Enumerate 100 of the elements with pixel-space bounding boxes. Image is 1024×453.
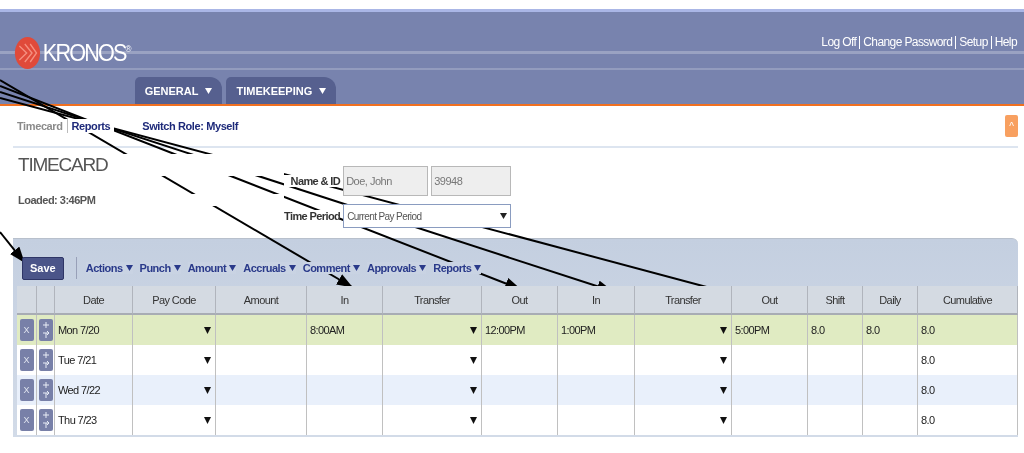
- table-cell[interactable]: [307, 405, 383, 435]
- table-cell[interactable]: [383, 375, 482, 405]
- table-cell[interactable]: [732, 405, 808, 435]
- table-cell[interactable]: [216, 375, 307, 405]
- column-header[interactable]: In: [307, 286, 383, 315]
- table-cell[interactable]: [863, 405, 918, 435]
- column-header[interactable]: Daily: [863, 286, 918, 315]
- table-cell[interactable]: 8.0: [918, 375, 1018, 405]
- toolbar-menu[interactable]: Amount: [187, 262, 237, 274]
- table-cell[interactable]: [482, 405, 558, 435]
- table-cell[interactable]: [133, 375, 216, 405]
- caret-icon: [204, 386, 211, 394]
- table-cell[interactable]: 8.0: [863, 315, 918, 345]
- caret-icon: [173, 265, 181, 271]
- table-cell[interactable]: 8.0: [808, 315, 863, 345]
- time-period-select[interactable]: Current Pay Period: [343, 204, 512, 228]
- table-cell[interactable]: [307, 375, 383, 405]
- table-cell[interactable]: [482, 375, 558, 405]
- table-cell[interactable]: [732, 375, 808, 405]
- table-cell[interactable]: Thu 7/23: [55, 405, 133, 435]
- toolbar-menu[interactable]: Approvals: [366, 262, 427, 274]
- table-cell[interactable]: [732, 345, 808, 375]
- column-header[interactable]: Amount: [216, 286, 307, 315]
- column-header[interactable]: Pay Code: [133, 286, 216, 315]
- column-header[interactable]: Out: [732, 286, 808, 315]
- table-cell[interactable]: [133, 345, 216, 375]
- table-cell[interactable]: [133, 405, 216, 435]
- table-cell[interactable]: [383, 345, 482, 375]
- caret-icon: [229, 265, 237, 271]
- toolbar-menu[interactable]: Accruals: [243, 262, 296, 274]
- caret-icon: [352, 265, 360, 271]
- table-cell[interactable]: [863, 375, 918, 405]
- column-header[interactable]: Transfer: [635, 286, 732, 315]
- table-cell[interactable]: Tue 7/21: [55, 345, 133, 375]
- caret-icon: [470, 416, 477, 424]
- table-cell[interactable]: [383, 405, 482, 435]
- column-header[interactable]: Out: [482, 286, 558, 315]
- column-header[interactable]: In: [558, 286, 635, 315]
- table-cell[interactable]: 8.0: [918, 345, 1018, 375]
- insert-row-icon[interactable]: [38, 349, 53, 371]
- table-cell[interactable]: [307, 345, 383, 375]
- table-cell[interactable]: [482, 345, 558, 375]
- header-link[interactable]: Setup: [955, 36, 991, 49]
- table-cell[interactable]: Mon 7/20: [55, 315, 133, 345]
- page-title: TIMECARD: [18, 154, 284, 176]
- insert-row-icon[interactable]: [38, 409, 53, 431]
- toolbar-menu[interactable]: Reports: [433, 262, 482, 274]
- column-header: [37, 286, 55, 315]
- table-cell[interactable]: [635, 315, 732, 345]
- table-cell[interactable]: [808, 375, 863, 405]
- table-cell[interactable]: 8.0: [918, 315, 1018, 345]
- caret-icon: [720, 326, 727, 334]
- column-header: [17, 286, 37, 315]
- caret-icon: [720, 386, 727, 394]
- save-button[interactable]: Save: [22, 256, 64, 280]
- insert-row-icon[interactable]: [38, 319, 53, 341]
- toolbar-menu[interactable]: Punch: [139, 262, 181, 274]
- table-cell[interactable]: [383, 315, 482, 345]
- table-cell[interactable]: [635, 375, 732, 405]
- column-header[interactable]: Shift: [808, 286, 863, 315]
- table-cell[interactable]: [635, 345, 732, 375]
- header-link[interactable]: Help: [990, 36, 1020, 49]
- table-cell[interactable]: [808, 405, 863, 435]
- switch-role-link[interactable]: Switch Role: Myself: [142, 120, 238, 132]
- logo-text: KRONOS$^{®}$: [42, 39, 130, 67]
- table-cell[interactable]: [216, 345, 307, 375]
- header-link[interactable]: Log Off: [818, 36, 860, 49]
- table-cell[interactable]: 1:00PM: [558, 315, 635, 345]
- table-cell[interactable]: 8.0: [918, 405, 1018, 435]
- table-cell[interactable]: Wed 7/22: [55, 375, 133, 405]
- table-cell[interactable]: [808, 345, 863, 375]
- toolbar-menu[interactable]: Comment: [302, 262, 360, 274]
- nav-link[interactable]: Reports: [66, 119, 115, 133]
- caret-icon: [470, 386, 477, 394]
- menu-tab[interactable]: GENERAL: [134, 77, 223, 104]
- column-header[interactable]: Date: [55, 286, 133, 315]
- table-cell[interactable]: [216, 315, 307, 345]
- table-cell[interactable]: [558, 345, 635, 375]
- caret-icon: [205, 87, 213, 94]
- table-cell[interactable]: [863, 345, 918, 375]
- table-cell[interactable]: 8:00AM: [307, 315, 383, 345]
- caret-icon: [470, 356, 477, 364]
- table-cell[interactable]: [558, 405, 635, 435]
- column-header[interactable]: Cumulative: [918, 286, 1018, 315]
- insert-row-icon[interactable]: [38, 379, 53, 401]
- table-cell[interactable]: [558, 375, 635, 405]
- caret-icon: [474, 265, 482, 271]
- table-cell[interactable]: 5:00PM: [732, 315, 808, 345]
- header-link[interactable]: Change Password: [859, 36, 956, 49]
- toolbar-menu[interactable]: Actions: [85, 262, 133, 274]
- table-cell[interactable]: [216, 405, 307, 435]
- caret-icon: [470, 326, 477, 334]
- table-cell[interactable]: 12:00PM: [482, 315, 558, 345]
- table-cell[interactable]: [133, 315, 216, 345]
- logo-icon: [14, 36, 41, 70]
- column-header[interactable]: Transfer: [383, 286, 482, 315]
- caret-icon: [204, 356, 211, 364]
- menu-tab[interactable]: TIMEKEEPING: [226, 77, 337, 104]
- table-cell[interactable]: [635, 405, 732, 435]
- loaded-time: Loaded: 3:46PM: [18, 194, 284, 206]
